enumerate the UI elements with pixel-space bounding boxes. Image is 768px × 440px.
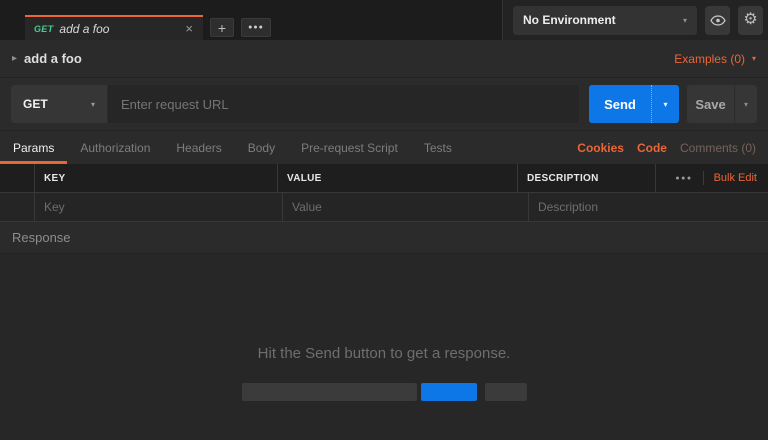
- tab-pre-request-script[interactable]: Pre-request Script: [288, 131, 411, 164]
- url-input[interactable]: [108, 85, 579, 123]
- chevron-down-icon: ▾: [91, 100, 95, 109]
- settings-button[interactable]: ⚙: [738, 6, 763, 35]
- comments-link[interactable]: Comments (0): [680, 141, 756, 155]
- examples-dropdown[interactable]: Examples (0) ▾: [674, 52, 756, 66]
- chevron-down-icon: ▾: [683, 16, 687, 25]
- spacer: [465, 131, 577, 164]
- tab-headers[interactable]: Headers: [163, 131, 234, 164]
- response-title: Response: [12, 230, 71, 245]
- table-header-actions: ●●● Bulk Edit: [656, 164, 768, 192]
- chevron-down-icon: ▾: [752, 54, 756, 63]
- column-header-value: VALUE: [278, 164, 518, 192]
- save-options-button[interactable]: ▾: [734, 85, 757, 123]
- ellipsis-icon: ●●●: [248, 24, 264, 31]
- request-subtabs-row: Params Authorization Headers Body Pre-re…: [0, 131, 768, 164]
- send-options-button[interactable]: ▾: [651, 85, 679, 123]
- response-section-header[interactable]: Response: [0, 222, 768, 254]
- tab-authorization[interactable]: Authorization: [67, 131, 163, 164]
- cookies-link[interactable]: Cookies: [577, 141, 624, 155]
- tab-params[interactable]: Params: [0, 131, 67, 164]
- chevron-down-icon: ▾: [744, 100, 748, 109]
- method-selected-label: GET: [23, 97, 48, 111]
- request-tab-strip: GET add a foo × + ●●●: [0, 0, 503, 40]
- new-tab-button[interactable]: +: [210, 18, 234, 37]
- description-cell-input[interactable]: Description: [529, 193, 768, 221]
- request-tab[interactable]: GET add a foo ×: [25, 15, 203, 40]
- collapse-caret-icon[interactable]: ▸: [12, 53, 17, 64]
- code-link[interactable]: Code: [637, 141, 667, 155]
- skeleton-send-button: [421, 383, 477, 401]
- environment-selector[interactable]: No Environment ▾: [513, 6, 697, 35]
- skeleton-save-button: [485, 383, 527, 401]
- save-button-group: Save ▾: [687, 85, 757, 123]
- chevron-down-icon: ▾: [663, 100, 667, 109]
- row-select-column-header: [0, 164, 35, 192]
- bulk-edit-link[interactable]: Bulk Edit: [714, 172, 757, 184]
- top-bar: GET add a foo × + ●●● No Environment ▾ ⚙: [0, 0, 768, 40]
- environment-area: No Environment ▾ ⚙: [503, 0, 768, 40]
- gear-icon: ⚙: [743, 12, 757, 28]
- row-select-cell[interactable]: [0, 193, 35, 221]
- value-cell-input[interactable]: Value: [283, 193, 529, 221]
- key-cell-input[interactable]: Key: [35, 193, 283, 221]
- subtabs-links: Cookies Code Comments (0): [577, 131, 768, 164]
- environment-quick-look-button[interactable]: [705, 6, 730, 35]
- eye-icon: [710, 15, 726, 26]
- column-options-icon[interactable]: ●●●: [675, 175, 692, 182]
- column-header-description: DESCRIPTION: [518, 164, 656, 192]
- skeleton-url-bar: [242, 383, 417, 401]
- column-header-key: KEY: [35, 164, 278, 192]
- request-builder-row: GET ▾ Send ▾ Save ▾: [0, 78, 768, 131]
- plus-icon: +: [218, 20, 226, 36]
- http-method-selector[interactable]: GET ▾: [11, 85, 108, 123]
- response-empty-state: Hit the Send button to get a response.: [0, 254, 768, 440]
- close-tab-icon[interactable]: ×: [184, 22, 194, 35]
- tab-method-badge: GET: [34, 24, 53, 34]
- params-table-row: Key Value Description: [0, 193, 768, 222]
- send-button-group: Send ▾: [589, 85, 679, 123]
- empty-response-message: Hit the Send button to get a response.: [258, 345, 511, 362]
- tab-tests[interactable]: Tests: [411, 131, 465, 164]
- tab-options-button[interactable]: ●●●: [241, 18, 271, 37]
- tab-body[interactable]: Body: [235, 131, 288, 164]
- empty-response-illustration: [242, 383, 527, 401]
- send-button[interactable]: Send: [589, 85, 651, 123]
- params-table-header: KEY VALUE DESCRIPTION ●●● Bulk Edit: [0, 164, 768, 193]
- divider: [703, 171, 704, 185]
- request-name-row: ▸ add a foo Examples (0) ▾: [0, 40, 768, 78]
- tab-title: add a foo: [59, 22, 184, 36]
- request-name: add a foo: [24, 51, 82, 66]
- save-button[interactable]: Save: [687, 85, 734, 123]
- examples-label: Examples (0): [674, 52, 745, 66]
- environment-selected-label: No Environment: [523, 13, 616, 27]
